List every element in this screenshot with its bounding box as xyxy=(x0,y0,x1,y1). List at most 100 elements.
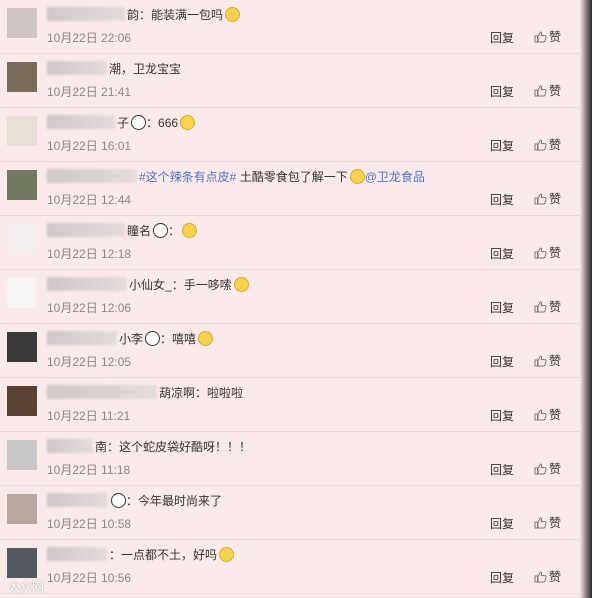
commenter-name-blurred[interactable] xyxy=(47,331,117,345)
commenter-name-suffix[interactable]: 子 xyxy=(117,116,129,130)
comment-text: ：今年最时尚来了 xyxy=(109,492,222,509)
avatar[interactable] xyxy=(7,116,37,146)
like-button[interactable]: 赞 xyxy=(534,298,561,315)
commenter-name-blurred[interactable] xyxy=(47,223,125,237)
thumbs-up-icon xyxy=(534,247,547,259)
comment-body: ：这个蛇皮袋好酷呀！！！ xyxy=(107,440,252,454)
comment-row: ：今年最时尚来了 10月22日 10:58 回复 赞 xyxy=(0,486,580,540)
like-button[interactable]: 赞 xyxy=(534,28,561,45)
reply-button[interactable]: 回复 xyxy=(490,353,514,370)
thumbs-up-icon xyxy=(534,139,547,151)
reply-button[interactable]: 回复 xyxy=(490,461,514,478)
like-button[interactable]: 赞 xyxy=(534,514,561,531)
commenter-name-blurred[interactable] xyxy=(47,439,93,453)
comment-body: ：一点都不土，好吗 xyxy=(109,548,218,562)
reply-button[interactable]: 回复 xyxy=(490,515,514,532)
comment-timestamp: 10月22日 11:21 xyxy=(47,409,131,423)
comment-body: ： xyxy=(168,224,181,238)
commenter-name-suffix[interactable]: 瞳名 xyxy=(127,224,151,238)
comment-row: #这个辣条有点皮# 土酷零食包了解一下 @卫龙食品 10月22日 12:44 回复 赞 xyxy=(0,162,580,216)
like-button[interactable]: 赞 xyxy=(534,136,561,153)
avatar[interactable] xyxy=(7,62,37,92)
comment-timestamp: 10月22日 11:18 xyxy=(47,463,131,477)
commenter-name-blurred[interactable] xyxy=(47,547,107,561)
commenter-name-blurred[interactable] xyxy=(47,493,107,507)
reply-button[interactable]: 回复 xyxy=(490,191,514,208)
commenter-name-blurred[interactable] xyxy=(47,115,115,129)
commenter-name-suffix[interactable]: 小仙女_ xyxy=(129,278,172,292)
panda-icon xyxy=(145,331,161,346)
reply-button[interactable]: 回复 xyxy=(490,29,514,46)
page-edge xyxy=(580,0,592,598)
comment-timestamp: 10月22日 12:18 xyxy=(47,247,132,261)
thumbs-up-icon xyxy=(534,355,547,367)
reply-button[interactable]: 回复 xyxy=(490,245,514,262)
emoji-icon xyxy=(233,277,249,292)
thumbs-up-icon xyxy=(534,193,547,205)
thumbs-up-icon xyxy=(534,463,547,475)
like-button[interactable]: 赞 xyxy=(534,460,561,477)
like-label: 赞 xyxy=(549,246,562,260)
like-button[interactable]: 赞 xyxy=(534,352,561,369)
comment-body: 潮，卫龙宝宝 xyxy=(109,62,182,76)
like-label: 赞 xyxy=(549,354,562,368)
comment-timestamp: 10月22日 12:44 xyxy=(47,193,132,207)
avatar[interactable] xyxy=(7,278,37,308)
comment-timestamp: 10月22日 21:41 xyxy=(47,85,132,99)
topic-link[interactable]: #这个辣条有点皮# xyxy=(139,170,236,184)
commenter-name-suffix[interactable]: 小李 xyxy=(119,332,143,346)
comment-text: 瞳名 ： xyxy=(127,222,198,239)
commenter-name-blurred[interactable] xyxy=(47,61,107,75)
comment-text: 小仙女_：手一哆嗦 xyxy=(129,276,249,293)
thumbs-up-icon xyxy=(534,301,547,313)
avatar[interactable] xyxy=(7,332,37,362)
like-label: 赞 xyxy=(549,300,562,314)
comment-row: 南：这个蛇皮袋好酷呀！！！ 10月22日 11:18 回复 赞 xyxy=(0,432,580,486)
emoji-icon xyxy=(182,223,198,238)
avatar[interactable] xyxy=(7,170,37,200)
thumbs-up-icon xyxy=(534,409,547,421)
comment-text: 潮，卫龙宝宝 xyxy=(109,60,181,77)
avatar[interactable] xyxy=(7,440,37,470)
comment-text: 葫凉啊：啦啦啦 xyxy=(159,384,243,401)
avatar[interactable] xyxy=(7,224,37,254)
like-button[interactable]: 赞 xyxy=(534,82,561,99)
reply-button[interactable]: 回复 xyxy=(490,407,514,424)
thumbs-up-icon xyxy=(534,31,547,43)
commenter-name-blurred[interactable] xyxy=(47,169,137,183)
commenter-name-blurred[interactable] xyxy=(47,7,125,21)
watermark: 大众网 xyxy=(8,580,45,594)
mention-link[interactable]: @卫龙食品 xyxy=(365,170,425,184)
comment-body: ：666 xyxy=(146,116,179,130)
comment-text: 小李 ：嘻嘻 xyxy=(119,330,214,347)
comment-text: 子 ：666 xyxy=(117,114,196,131)
commenter-name-suffix[interactable]: 南 xyxy=(95,440,107,454)
avatar[interactable] xyxy=(7,494,37,524)
comment-timestamp: 10月22日 12:05 xyxy=(47,355,132,369)
panda-icon xyxy=(153,223,169,238)
comment-timestamp: 10月22日 16:01 xyxy=(47,139,132,153)
reply-button[interactable]: 回复 xyxy=(490,83,514,100)
comment-text: ：一点都不土，好吗 xyxy=(109,546,235,563)
comment-timestamp: 10月22日 12:06 xyxy=(47,301,132,315)
avatar[interactable] xyxy=(7,8,37,38)
comment-row: 潮，卫龙宝宝 10月22日 21:41 回复 赞 xyxy=(0,54,580,108)
reply-button[interactable]: 回复 xyxy=(490,137,514,154)
avatar[interactable] xyxy=(7,548,37,578)
like-label: 赞 xyxy=(549,30,562,44)
emoji-icon xyxy=(225,7,241,22)
like-button[interactable]: 赞 xyxy=(534,406,561,423)
emoji-icon xyxy=(219,547,235,562)
like-button[interactable]: 赞 xyxy=(534,190,561,207)
commenter-name-blurred[interactable] xyxy=(47,385,157,399)
avatar[interactable] xyxy=(7,386,37,416)
commenter-name-suffix[interactable]: 葫凉啊 xyxy=(159,386,195,400)
panda-icon xyxy=(111,493,126,508)
commenter-name-suffix[interactable]: 韵 xyxy=(127,8,139,22)
comment-body: ：嘻嘻 xyxy=(160,332,197,346)
like-button[interactable]: 赞 xyxy=(534,244,561,261)
reply-button[interactable]: 回复 xyxy=(490,299,514,316)
like-label: 赞 xyxy=(549,84,562,98)
commenter-name-blurred[interactable] xyxy=(47,277,127,291)
comment-row: 葫凉啊：啦啦啦 10月22日 11:21 回复 赞 xyxy=(0,378,580,432)
